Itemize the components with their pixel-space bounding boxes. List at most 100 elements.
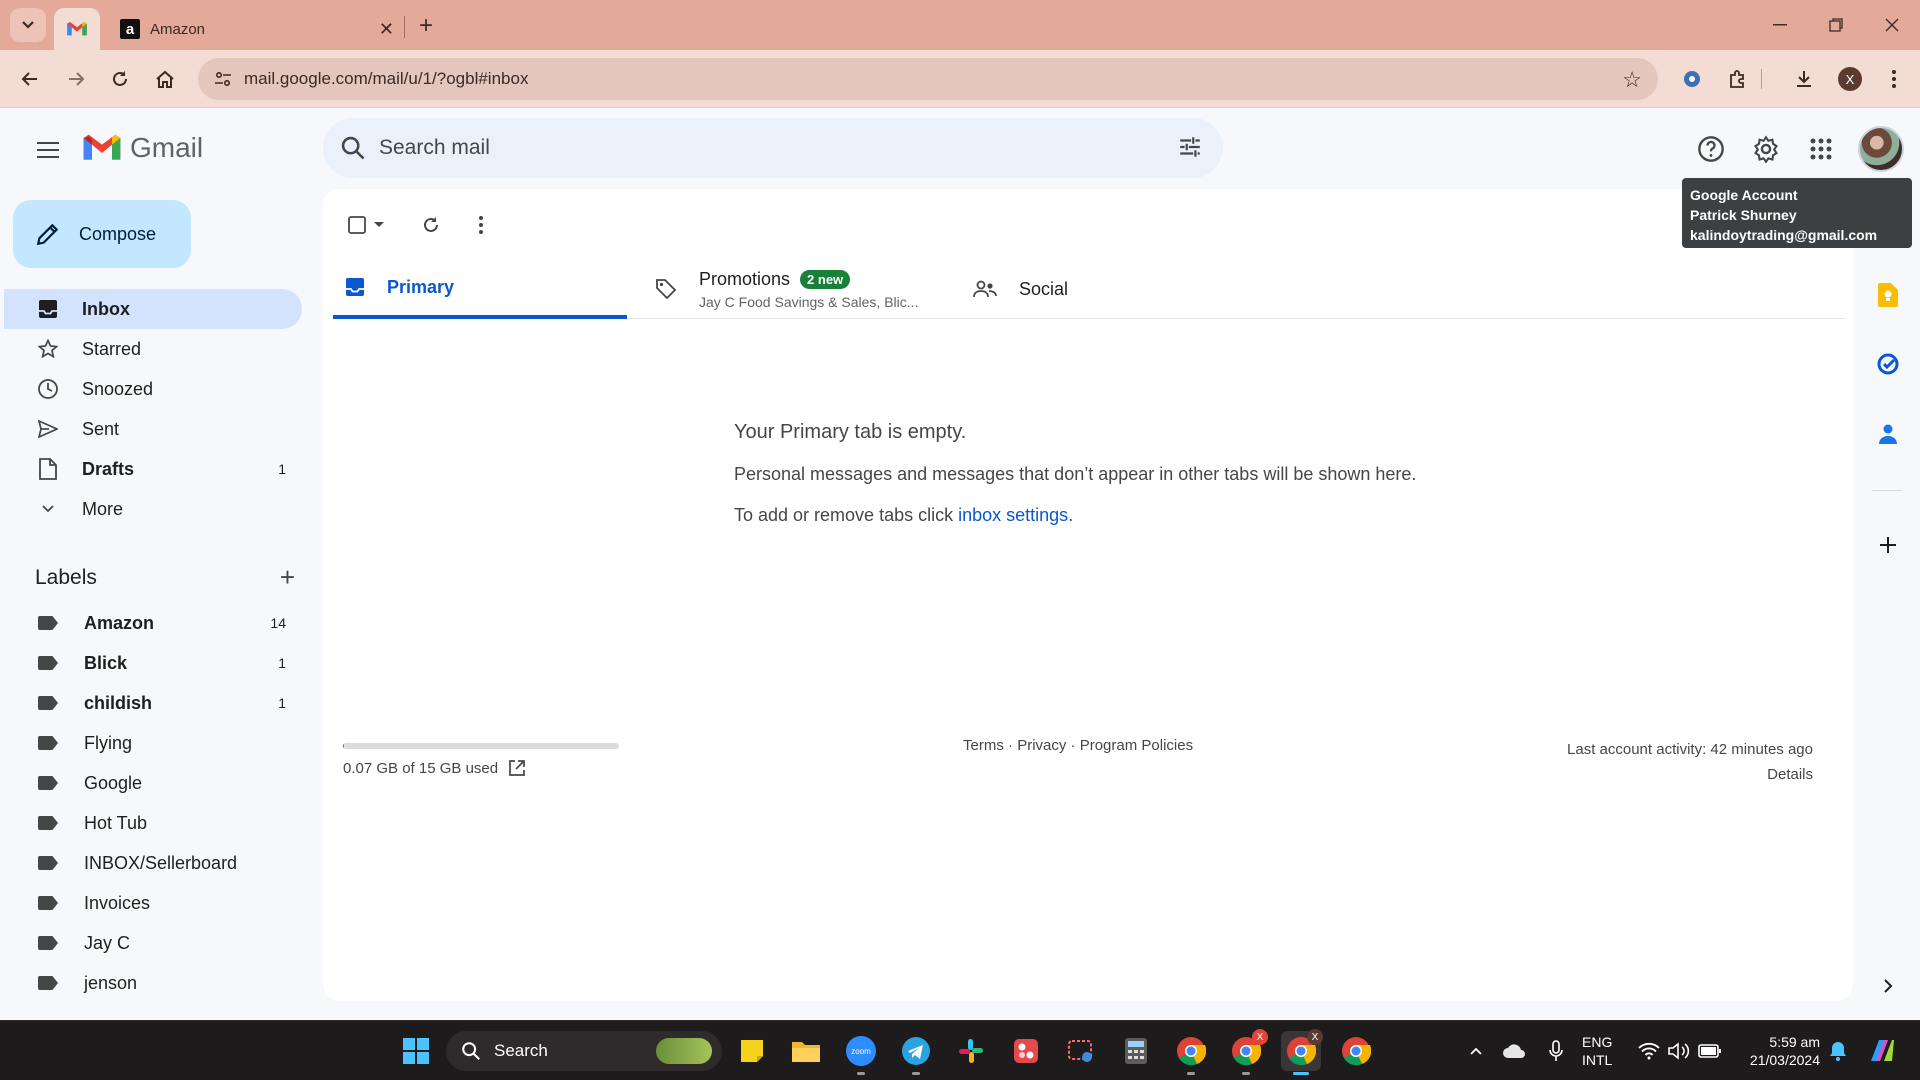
terms-link[interactable]: Terms	[963, 737, 1004, 754]
tab-search-button[interactable]	[10, 8, 46, 42]
download-icon[interactable]	[1788, 63, 1820, 95]
more-actions-button[interactable]	[463, 207, 499, 243]
label-name: Flying	[84, 732, 133, 753]
copilot-button[interactable]	[1862, 1031, 1902, 1071]
get-addons-button[interactable]	[1868, 525, 1908, 565]
clock[interactable]: 5:59 am 21/03/2024	[1736, 1033, 1820, 1069]
site-info-icon[interactable]	[212, 68, 234, 90]
sidebar-item-sent[interactable]: Sent	[4, 409, 302, 449]
label-item-flying[interactable]: Flying	[4, 723, 302, 763]
label-tag-icon	[38, 776, 58, 790]
label-item-blick[interactable]: Blick 1	[4, 643, 302, 683]
label-item-sellerboard[interactable]: INBOX/Sellerboard	[4, 843, 302, 883]
add-label-icon[interactable]: +	[280, 562, 295, 593]
reload-button[interactable]	[102, 61, 138, 97]
start-button[interactable]	[396, 1031, 436, 1071]
settings-button[interactable]	[1745, 128, 1787, 170]
label-item-hot-tub[interactable]: Hot Tub	[4, 803, 302, 843]
input-language[interactable]: ENG INTL	[1582, 1033, 1612, 1069]
footer-separator: ·	[1003, 737, 1018, 754]
gmail-logo[interactable]: Gmail	[82, 132, 203, 164]
inbox-settings-link[interactable]: inbox settings	[958, 505, 1068, 525]
refresh-button[interactable]	[413, 207, 449, 243]
label-item-amazon[interactable]: Amazon 14	[4, 603, 302, 643]
label-item-childish[interactable]: childish 1	[4, 683, 302, 723]
tab-gmail[interactable]	[54, 8, 100, 50]
extensions-puzzle-icon[interactable]	[1722, 63, 1754, 95]
keep-button[interactable]	[1868, 275, 1908, 315]
back-button[interactable]	[12, 61, 48, 97]
chevron-down-icon	[36, 497, 60, 521]
close-icon	[1885, 18, 1899, 32]
tab-amazon[interactable]: a Amazon ✕	[106, 8, 406, 50]
main-menu-button[interactable]	[28, 130, 68, 170]
slack-app[interactable]	[951, 1031, 991, 1071]
program-policies-link[interactable]: Program Policies	[1080, 737, 1193, 754]
chrome-app-4[interactable]	[1336, 1031, 1376, 1071]
chrome-app-1[interactable]	[1171, 1031, 1211, 1075]
tab-primary[interactable]: Primary	[333, 259, 627, 319]
label-item-jay-c[interactable]: Jay C	[4, 923, 302, 963]
chrome-app-3[interactable]: X	[1281, 1029, 1323, 1075]
tab-promotions[interactable]: Promotions 2 new Jay C Food Savings & Sa…	[655, 259, 955, 319]
tab-primary-label: Primary	[387, 276, 455, 297]
minimize-button[interactable]	[1760, 10, 1800, 40]
file-explorer-app[interactable]	[786, 1031, 826, 1071]
tasks-button[interactable]	[1868, 344, 1908, 384]
search-icon[interactable]	[339, 134, 367, 167]
profile-badge: X	[1307, 1029, 1323, 1045]
label-tag-icon	[38, 936, 58, 950]
sidebar-item-snoozed[interactable]: Snoozed	[4, 369, 302, 409]
photos-app[interactable]	[1006, 1031, 1046, 1071]
telegram-app[interactable]	[896, 1031, 936, 1075]
profile-button[interactable]: X	[1834, 63, 1866, 95]
contacts-button[interactable]	[1868, 414, 1908, 454]
new-tab-button[interactable]: +	[412, 12, 440, 40]
wifi-icon	[1638, 1042, 1660, 1060]
microphone-button[interactable]	[1536, 1031, 1576, 1071]
chrome-menu-icon[interactable]	[1878, 63, 1910, 95]
bookmark-star-icon[interactable]: ☆	[1622, 67, 1642, 93]
sidebar-item-inbox[interactable]: Inbox	[4, 289, 302, 329]
snipping-tool-app[interactable]	[1061, 1031, 1101, 1071]
sidebar-item-more[interactable]: More	[4, 489, 302, 529]
address-bar[interactable]: mail.google.com/mail/u/1/?ogbl#inbox ☆	[198, 58, 1658, 100]
sidebar-item-starred[interactable]: Starred	[4, 329, 302, 369]
activity-details-link[interactable]: Details	[1567, 762, 1813, 787]
external-link-icon[interactable]	[508, 759, 526, 777]
label-item-invoices[interactable]: Invoices	[4, 883, 302, 923]
forward-button[interactable]	[58, 61, 94, 97]
inbox-category-tabs: Primary Promotions 2 new Jay C Food Savi…	[333, 259, 1845, 319]
taskbar-search[interactable]: Search	[446, 1031, 722, 1071]
extension-icon[interactable]	[1676, 63, 1708, 95]
show-hidden-icons-button[interactable]	[1456, 1031, 1496, 1071]
help-button[interactable]	[1690, 128, 1732, 170]
label-tag-icon	[38, 896, 58, 910]
label-item-google[interactable]: Google	[4, 763, 302, 803]
google-account-avatar[interactable]	[1858, 126, 1904, 172]
microphone-icon	[1549, 1040, 1563, 1061]
sticky-notes-app[interactable]	[732, 1031, 772, 1071]
tab-social[interactable]: Social	[973, 259, 1213, 319]
search-options-icon[interactable]	[1177, 134, 1203, 165]
compose-button[interactable]: Compose	[13, 200, 191, 268]
inbox-panel: Primary Promotions 2 new Jay C Food Savi…	[323, 189, 1853, 1001]
sidebar-item-drafts[interactable]: Drafts 1	[4, 449, 302, 489]
zoom-app[interactable]: zoom	[841, 1031, 881, 1075]
onedrive-button[interactable]	[1494, 1031, 1534, 1071]
chrome-app-2[interactable]: X	[1226, 1029, 1268, 1075]
search-input[interactable]	[379, 136, 1079, 160]
home-button[interactable]	[147, 61, 183, 97]
notifications-button[interactable]	[1818, 1031, 1858, 1071]
calculator-app[interactable]	[1116, 1031, 1156, 1071]
label-item-jenson[interactable]: jenson	[4, 963, 302, 1003]
quick-settings-button[interactable]	[1630, 1031, 1730, 1071]
close-window-button[interactable]	[1872, 10, 1912, 40]
close-icon[interactable]: ✕	[379, 19, 394, 40]
search-bar[interactable]	[323, 118, 1223, 178]
hide-side-panel-button[interactable]	[1868, 966, 1908, 1006]
restore-button[interactable]	[1816, 10, 1856, 40]
select-all-checkbox[interactable]	[341, 207, 391, 243]
google-apps-button[interactable]	[1800, 128, 1842, 170]
privacy-link[interactable]: Privacy	[1017, 737, 1066, 754]
